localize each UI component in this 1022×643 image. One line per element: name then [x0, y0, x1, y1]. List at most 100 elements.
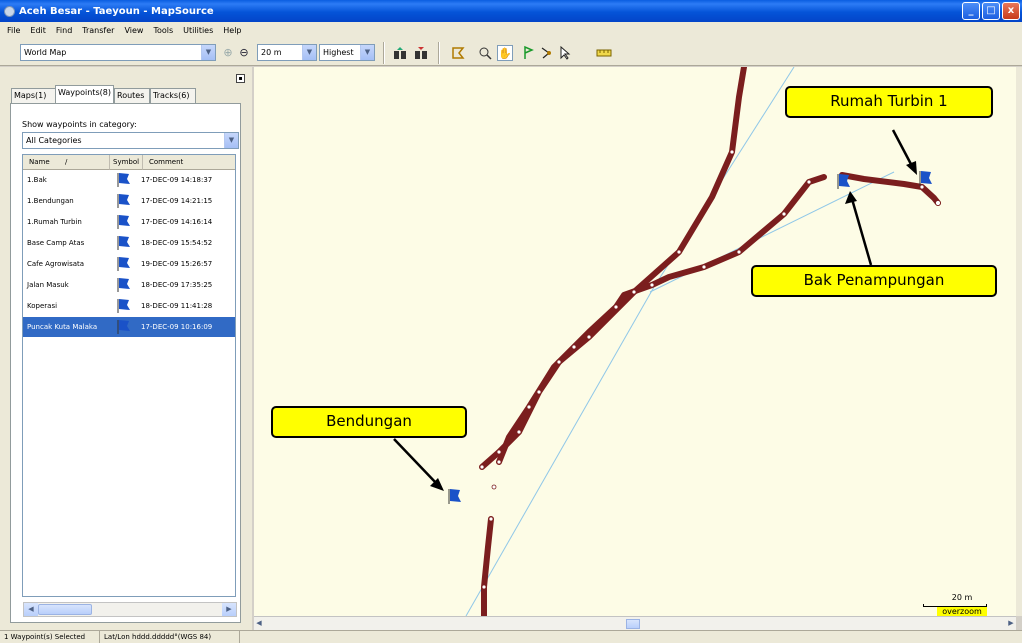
app-icon — [4, 5, 15, 17]
table-row[interactable]: Puncak Kuta Malaka 17-DEC-09 10:16:09 — [23, 317, 235, 337]
waypoint-tool-icon[interactable] — [520, 45, 536, 61]
close-button[interactable]: x — [1002, 2, 1020, 20]
track-south — [481, 516, 494, 616]
tab-routes[interactable]: Routes — [114, 88, 150, 103]
arrow-head-rumah-turbin — [906, 161, 917, 175]
waypoint-flag-bak — [837, 174, 850, 189]
map-scroll-thumb[interactable] — [626, 619, 640, 629]
category-label: Show waypoints in category: — [22, 120, 137, 129]
track-lines — [479, 67, 941, 616]
scroll-right-icon[interactable]: ▶ — [1006, 617, 1016, 630]
waypoint-flag-rumah-turbin — [919, 171, 932, 186]
table-row[interactable]: Cafe Agrowisata 19-DEC-09 15:26:57 — [23, 254, 235, 274]
waypoint-comment: 18-DEC-09 11:41:28 — [141, 302, 213, 310]
tab-tracks[interactable]: Tracks(6) — [150, 88, 196, 103]
map-product-select[interactable]: World Map ▼ — [20, 44, 216, 61]
measure-tool-icon[interactable] — [596, 45, 612, 61]
category-value: All Categories — [26, 136, 82, 145]
arrow-bendungan — [393, 438, 438, 485]
blue-flag-icon — [117, 236, 130, 250]
map-vertical-scrollbar[interactable] — [1016, 67, 1022, 616]
map-view[interactable]: Rumah Turbin 1 Bak Penampungan Bendungan — [254, 67, 1016, 616]
waypoint-comment: 17-DEC-09 10:16:09 — [141, 323, 213, 331]
menu-transfer[interactable]: Transfer — [77, 26, 119, 35]
title-bar: Aceh Besar - Taeyoun - MapSource _ □ x — [0, 0, 1022, 22]
scale-indicator: 20 m overzoom — [923, 593, 987, 617]
selection-tool-icon[interactable] — [450, 45, 466, 61]
scroll-left-icon[interactable]: ◀ — [254, 617, 264, 630]
status-bar: 1 Waypoint(s) Selected Lat/Lon hddd.dddd… — [0, 630, 1022, 643]
tab-waypoints[interactable]: Waypoints(8) — [55, 85, 114, 104]
menu-tools[interactable]: Tools — [148, 26, 178, 35]
table-row[interactable]: Base Camp Atas 18-DEC-09 15:54:52 — [23, 233, 235, 253]
zoom-in-icon[interactable]: ⊕ — [220, 45, 236, 61]
menu-view[interactable]: View — [119, 26, 148, 35]
waypoint-name: Puncak Kuta Malaka — [27, 323, 98, 331]
waypoint-comment: 17-DEC-09 14:16:14 — [141, 218, 213, 226]
window-title: Aceh Besar - Taeyoun - MapSource — [19, 5, 214, 17]
waypoint-list: Name / Symbol Comment 1.Bak 17-DEC-09 14:1… — [22, 154, 236, 597]
route-tool-icon[interactable] — [539, 45, 555, 61]
blue-flag-icon — [117, 257, 130, 271]
panel-pin-icon[interactable]: ▪ — [236, 74, 245, 83]
table-row[interactable]: Jalan Masuk 18-DEC-09 17:35:25 — [23, 275, 235, 295]
category-select[interactable]: All Categories ▼ — [22, 132, 239, 149]
scale-label: 20 m — [951, 593, 973, 602]
menu-bar: File Edit Find Transfer View Tools Utili… — [0, 22, 1022, 38]
waypoint-comment: 18-DEC-09 17:35:25 — [141, 281, 213, 289]
scroll-thumb[interactable] — [38, 604, 92, 615]
pointer-tool-icon[interactable] — [557, 45, 573, 61]
waypoint-name: 1.Rumah Turbin — [27, 218, 82, 226]
chevron-down-icon[interactable]: ▼ — [360, 45, 374, 60]
maximize-button[interactable]: □ — [982, 2, 1000, 20]
zoom-tool-icon[interactable] — [477, 45, 493, 61]
waypoint-name: 1.Bendungan — [27, 197, 74, 205]
menu-utilities[interactable]: Utilities — [178, 26, 218, 35]
detail-level-select[interactable]: Highest ▼ — [319, 44, 375, 61]
column-header-comment[interactable]: Comment — [143, 155, 235, 170]
table-row[interactable]: 1.Rumah Turbin 17-DEC-09 14:16:14 — [23, 212, 235, 232]
scroll-right-icon[interactable]: ▶ — [222, 603, 236, 616]
send-to-device-icon[interactable] — [413, 45, 429, 61]
menu-help[interactable]: Help — [218, 26, 246, 35]
map-boundary-line — [465, 286, 655, 616]
zoom-out-icon[interactable]: ⊖ — [236, 45, 252, 61]
callout-rumah-turbin: Rumah Turbin 1 — [785, 86, 993, 118]
blue-flag-icon — [117, 320, 130, 334]
annotation-arrows — [393, 129, 917, 491]
waypoint-name: Jalan Masuk — [27, 281, 69, 289]
zoom-level-value: 20 m — [261, 48, 282, 57]
status-selection: 1 Waypoint(s) Selected — [0, 631, 100, 643]
waypoint-name: 1.Bak — [27, 176, 47, 184]
blue-flag-icon — [117, 194, 130, 208]
chevron-down-icon[interactable]: ▼ — [302, 45, 316, 60]
blue-flag-icon — [117, 278, 130, 292]
map-canvas[interactable] — [254, 67, 1016, 616]
chevron-down-icon[interactable]: ▼ — [201, 45, 215, 60]
blue-flag-icon — [117, 215, 130, 229]
waypoint-comment: 18-DEC-09 15:54:52 — [141, 239, 213, 247]
map-horizontal-scrollbar[interactable]: ◀ ▶ — [254, 616, 1016, 630]
scroll-left-icon[interactable]: ◀ — [24, 603, 38, 616]
receive-from-device-icon[interactable] — [392, 45, 408, 61]
column-header-symbol[interactable]: Symbol — [110, 155, 143, 170]
zoom-level-select[interactable]: 20 m ▼ — [257, 44, 317, 61]
table-row[interactable]: 1.Bak 17-DEC-09 14:18:37 — [23, 170, 235, 190]
column-header-name[interactable]: Name / — [23, 155, 110, 170]
menu-file[interactable]: File — [2, 26, 25, 35]
minimize-button[interactable]: _ — [962, 2, 980, 20]
menu-find[interactable]: Find — [51, 26, 77, 35]
menu-edit[interactable]: Edit — [25, 26, 51, 35]
callout-bendungan: Bendungan — [271, 406, 467, 438]
waypoint-name: Base Camp Atas — [27, 239, 85, 247]
waypoint-comment: 17-DEC-09 14:21:15 — [141, 197, 213, 205]
waypoint-name: Koperasi — [27, 302, 58, 310]
chevron-down-icon[interactable]: ▼ — [224, 133, 238, 148]
tab-maps[interactable]: Maps(1) — [11, 88, 57, 103]
waypoint-name: Cafe Agrowisata — [27, 260, 85, 268]
table-row[interactable]: 1.Bendungan 17-DEC-09 14:21:15 — [23, 191, 235, 211]
arrow-bak — [850, 198, 873, 266]
list-horizontal-scrollbar[interactable]: ◀ ▶ — [23, 602, 237, 617]
hand-tool-icon[interactable]: ✋ — [497, 45, 513, 61]
table-row[interactable]: Koperasi 18-DEC-09 11:41:28 — [23, 296, 235, 316]
